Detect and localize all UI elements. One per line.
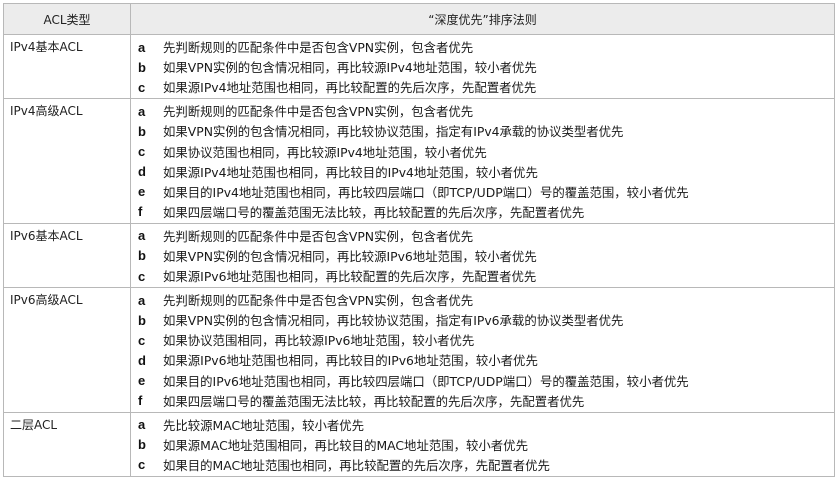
rule-letter: a xyxy=(138,292,146,308)
rule-letter: d xyxy=(138,352,146,368)
rule-text: 如果VPN实例的包含情况相同，再比较源IPv4地址范围，较小者优先 xyxy=(163,60,537,76)
rule-text: 先判断规则的匹配条件中是否包含VPN实例，包含者优先 xyxy=(163,104,474,120)
rule-text: 如果目的IPv6地址范围也相同，再比较四层端口（即TCP/UDP端口）号的覆盖范… xyxy=(163,373,689,389)
rules-cell: a 先比较源MAC地址范围，较小者优先 b 如果源MAC地址范围相同，再比较目的MAC… xyxy=(130,411,835,477)
rule-text: 如果源IPv6地址范围也相同，再比较配置的先后次序，先配置者优先 xyxy=(163,269,537,285)
rule-letter: c xyxy=(138,144,146,160)
rule-text: 先比较源MAC地址范围，较小者优先 xyxy=(163,417,365,433)
acl-type-cell: 二层ACL xyxy=(3,411,131,477)
table-row: IPv4基本ACL a 先判断规则的匹配条件中是否包含VPN实例，包含者优先 b 如果V… xyxy=(3,33,835,100)
rules-cell: a 先判断规则的匹配条件中是否包含VPN实例，包含者优先 b 如果VPN实例的包含情况… xyxy=(130,222,835,289)
acl-type-cell: IPv6高级ACL xyxy=(3,287,131,413)
rule-letter: b xyxy=(138,248,146,264)
rule-letter: c xyxy=(138,268,146,284)
table-header-row: ACL类型 “深度优先”排序法则 xyxy=(3,3,835,35)
acl-type-cell: IPv6基本ACL xyxy=(3,222,131,289)
rule-item: c 如果源IPv6地址范围也相同，再比较配置的先后次序，先配置者优先 xyxy=(131,266,834,286)
rule-item: d 如果源IPv4地址范围也相同，再比较目的IPv4地址范围，较小者优先 xyxy=(131,162,834,182)
rule-item: e 如果目的IPv4地址范围也相同，再比较四层端口（即TCP/UDP端口）号的覆盖… xyxy=(131,182,834,202)
rule-text: 如果目的MAC地址范围也相同，再比较配置的先后次序，先配置者优先 xyxy=(163,457,550,473)
rule-item: d 如果源IPv6地址范围也相同，再比较目的IPv6地址范围，较小者优先 xyxy=(131,350,834,370)
header-sort-rules: “深度优先”排序法则 xyxy=(130,3,835,35)
rule-letter: a xyxy=(138,417,146,433)
rule-letter: b xyxy=(138,312,146,328)
rule-letter: e xyxy=(138,184,146,200)
rule-text: 如果源IPv4地址范围也相同，再比较目的IPv4地址范围，较小者优先 xyxy=(163,164,538,180)
rule-text: 如果源IPv4地址范围也相同，再比较配置的先后次序，先配置者优先 xyxy=(163,80,537,96)
rule-text: 如果四层端口号的覆盖范围无法比较，再比较配置的先后次序，先配置者优先 xyxy=(163,204,585,220)
rule-letter: a xyxy=(138,103,146,119)
rule-letter: f xyxy=(138,393,143,409)
rule-letter: a xyxy=(138,228,146,244)
rule-item: c 如果协议范围也相同，再比较源IPv4地址范围，较小者优先 xyxy=(131,141,834,161)
rule-item: c 如果源IPv4地址范围也相同，再比较配置的先后次序，先配置者优先 xyxy=(131,77,834,97)
rule-item: a 先判断规则的匹配条件中是否包含VPN实例，包含者优先 xyxy=(131,101,834,121)
table-row: IPv6基本ACL a 先判断规则的匹配条件中是否包含VPN实例，包含者优先 b 如果V… xyxy=(3,222,835,289)
table-row: IPv6高级ACL a 先判断规则的匹配条件中是否包含VPN实例，包含者优先 b 如果V… xyxy=(3,287,835,413)
rule-text: 如果协议范围相同，再比较源IPv6地址范围，较小者优先 xyxy=(163,333,475,349)
rule-text: 先判断规则的匹配条件中是否包含VPN实例，包含者优先 xyxy=(163,40,474,56)
rules-cell: a 先判断规则的匹配条件中是否包含VPN实例，包含者优先 b 如果VPN实例的包含情况… xyxy=(130,33,835,100)
rule-item: b 如果VPN实例的包含情况相同，再比较源IPv6地址范围，较小者优先 xyxy=(131,246,834,266)
rule-letter: c xyxy=(138,79,146,95)
rule-text: 如果四层端口号的覆盖范围无法比较，再比较配置的先后次序，先配置者优先 xyxy=(163,393,585,409)
rule-letter: c xyxy=(138,332,146,348)
rule-item: b 如果源MAC地址范围相同，再比较目的MAC地址范围，较小者优先 xyxy=(131,435,834,455)
rule-letter: e xyxy=(138,373,146,389)
rules-cell: a 先判断规则的匹配条件中是否包含VPN实例，包含者优先 b 如果VPN实例的包含情况… xyxy=(130,287,835,413)
rules-cell: a 先判断规则的匹配条件中是否包含VPN实例，包含者优先 b 如果VPN实例的包含情况… xyxy=(130,98,835,224)
rule-letter: f xyxy=(138,204,143,220)
rule-item: c 如果协议范围相同，再比较源IPv6地址范围，较小者优先 xyxy=(131,330,834,350)
acl-rules-table: ACL类型 “深度优先”排序法则 IPv4基本ACL a 先判断规则的匹配条件中是否… xyxy=(3,3,835,477)
rule-text: 如果协议范围也相同，再比较源IPv4地址范围，较小者优先 xyxy=(163,144,487,160)
acl-type-cell: IPv4高级ACL xyxy=(3,98,131,224)
rule-text: 先判断规则的匹配条件中是否包含VPN实例，包含者优先 xyxy=(163,293,474,309)
rule-item: b 如果VPN实例的包含情况相同，再比较协议范围，指定有IPv6承载的协议类型者优… xyxy=(131,310,834,330)
acl-type-cell: IPv4基本ACL xyxy=(3,33,131,100)
rule-text: 如果源IPv6地址范围也相同，再比较目的IPv6地址范围，较小者优先 xyxy=(163,353,538,369)
rule-letter: c xyxy=(138,457,146,473)
rule-item: e 如果目的IPv6地址范围也相同，再比较四层端口（即TCP/UDP端口）号的覆盖… xyxy=(131,371,834,391)
rule-item: a 先比较源MAC地址范围，较小者优先 xyxy=(131,415,834,435)
rule-text: 如果VPN实例的包含情况相同，再比较源IPv6地址范围，较小者优先 xyxy=(163,248,537,264)
rule-letter: b xyxy=(138,59,146,75)
rule-item: a 先判断规则的匹配条件中是否包含VPN实例，包含者优先 xyxy=(131,290,834,310)
rule-text: 如果目的IPv4地址范围也相同，再比较四层端口（即TCP/UDP端口）号的覆盖范… xyxy=(163,184,689,200)
table-row: IPv4高级ACL a 先判断规则的匹配条件中是否包含VPN实例，包含者优先 b 如果V… xyxy=(3,98,835,224)
table-body: IPv4基本ACL a 先判断规则的匹配条件中是否包含VPN实例，包含者优先 b 如果V… xyxy=(3,33,835,477)
rule-item: a 先判断规则的匹配条件中是否包含VPN实例，包含者优先 xyxy=(131,37,834,57)
rule-letter: a xyxy=(138,39,146,55)
table-row: 二层ACL a 先比较源MAC地址范围，较小者优先 b 如果源MAC地址范围相同，再比较… xyxy=(3,411,835,477)
rule-letter: b xyxy=(138,123,146,139)
header-acl-type: ACL类型 xyxy=(3,3,131,35)
rule-text: 先判断规则的匹配条件中是否包含VPN实例，包含者优先 xyxy=(163,228,474,244)
rule-text: 如果源MAC地址范围相同，再比较目的MAC地址范围，较小者优先 xyxy=(163,437,528,453)
rule-item: f 如果四层端口号的覆盖范围无法比较，再比较配置的先后次序，先配置者优先 xyxy=(131,391,834,411)
rule-item: f 如果四层端口号的覆盖范围无法比较，再比较配置的先后次序，先配置者优先 xyxy=(131,202,834,222)
rule-text: 如果VPN实例的包含情况相同，再比较协议范围，指定有IPv4承载的协议类型者优先 xyxy=(163,124,624,140)
rule-item: c 如果目的MAC地址范围也相同，再比较配置的先后次序，先配置者优先 xyxy=(131,455,834,475)
rule-item: b 如果VPN实例的包含情况相同，再比较协议范围，指定有IPv4承载的协议类型者优… xyxy=(131,121,834,141)
rule-letter: d xyxy=(138,164,146,180)
rule-text: 如果VPN实例的包含情况相同，再比较协议范围，指定有IPv6承载的协议类型者优先 xyxy=(163,313,624,329)
rule-item: a 先判断规则的匹配条件中是否包含VPN实例，包含者优先 xyxy=(131,226,834,246)
rule-item: b 如果VPN实例的包含情况相同，再比较源IPv4地址范围，较小者优先 xyxy=(131,57,834,77)
rule-letter: b xyxy=(138,437,146,453)
